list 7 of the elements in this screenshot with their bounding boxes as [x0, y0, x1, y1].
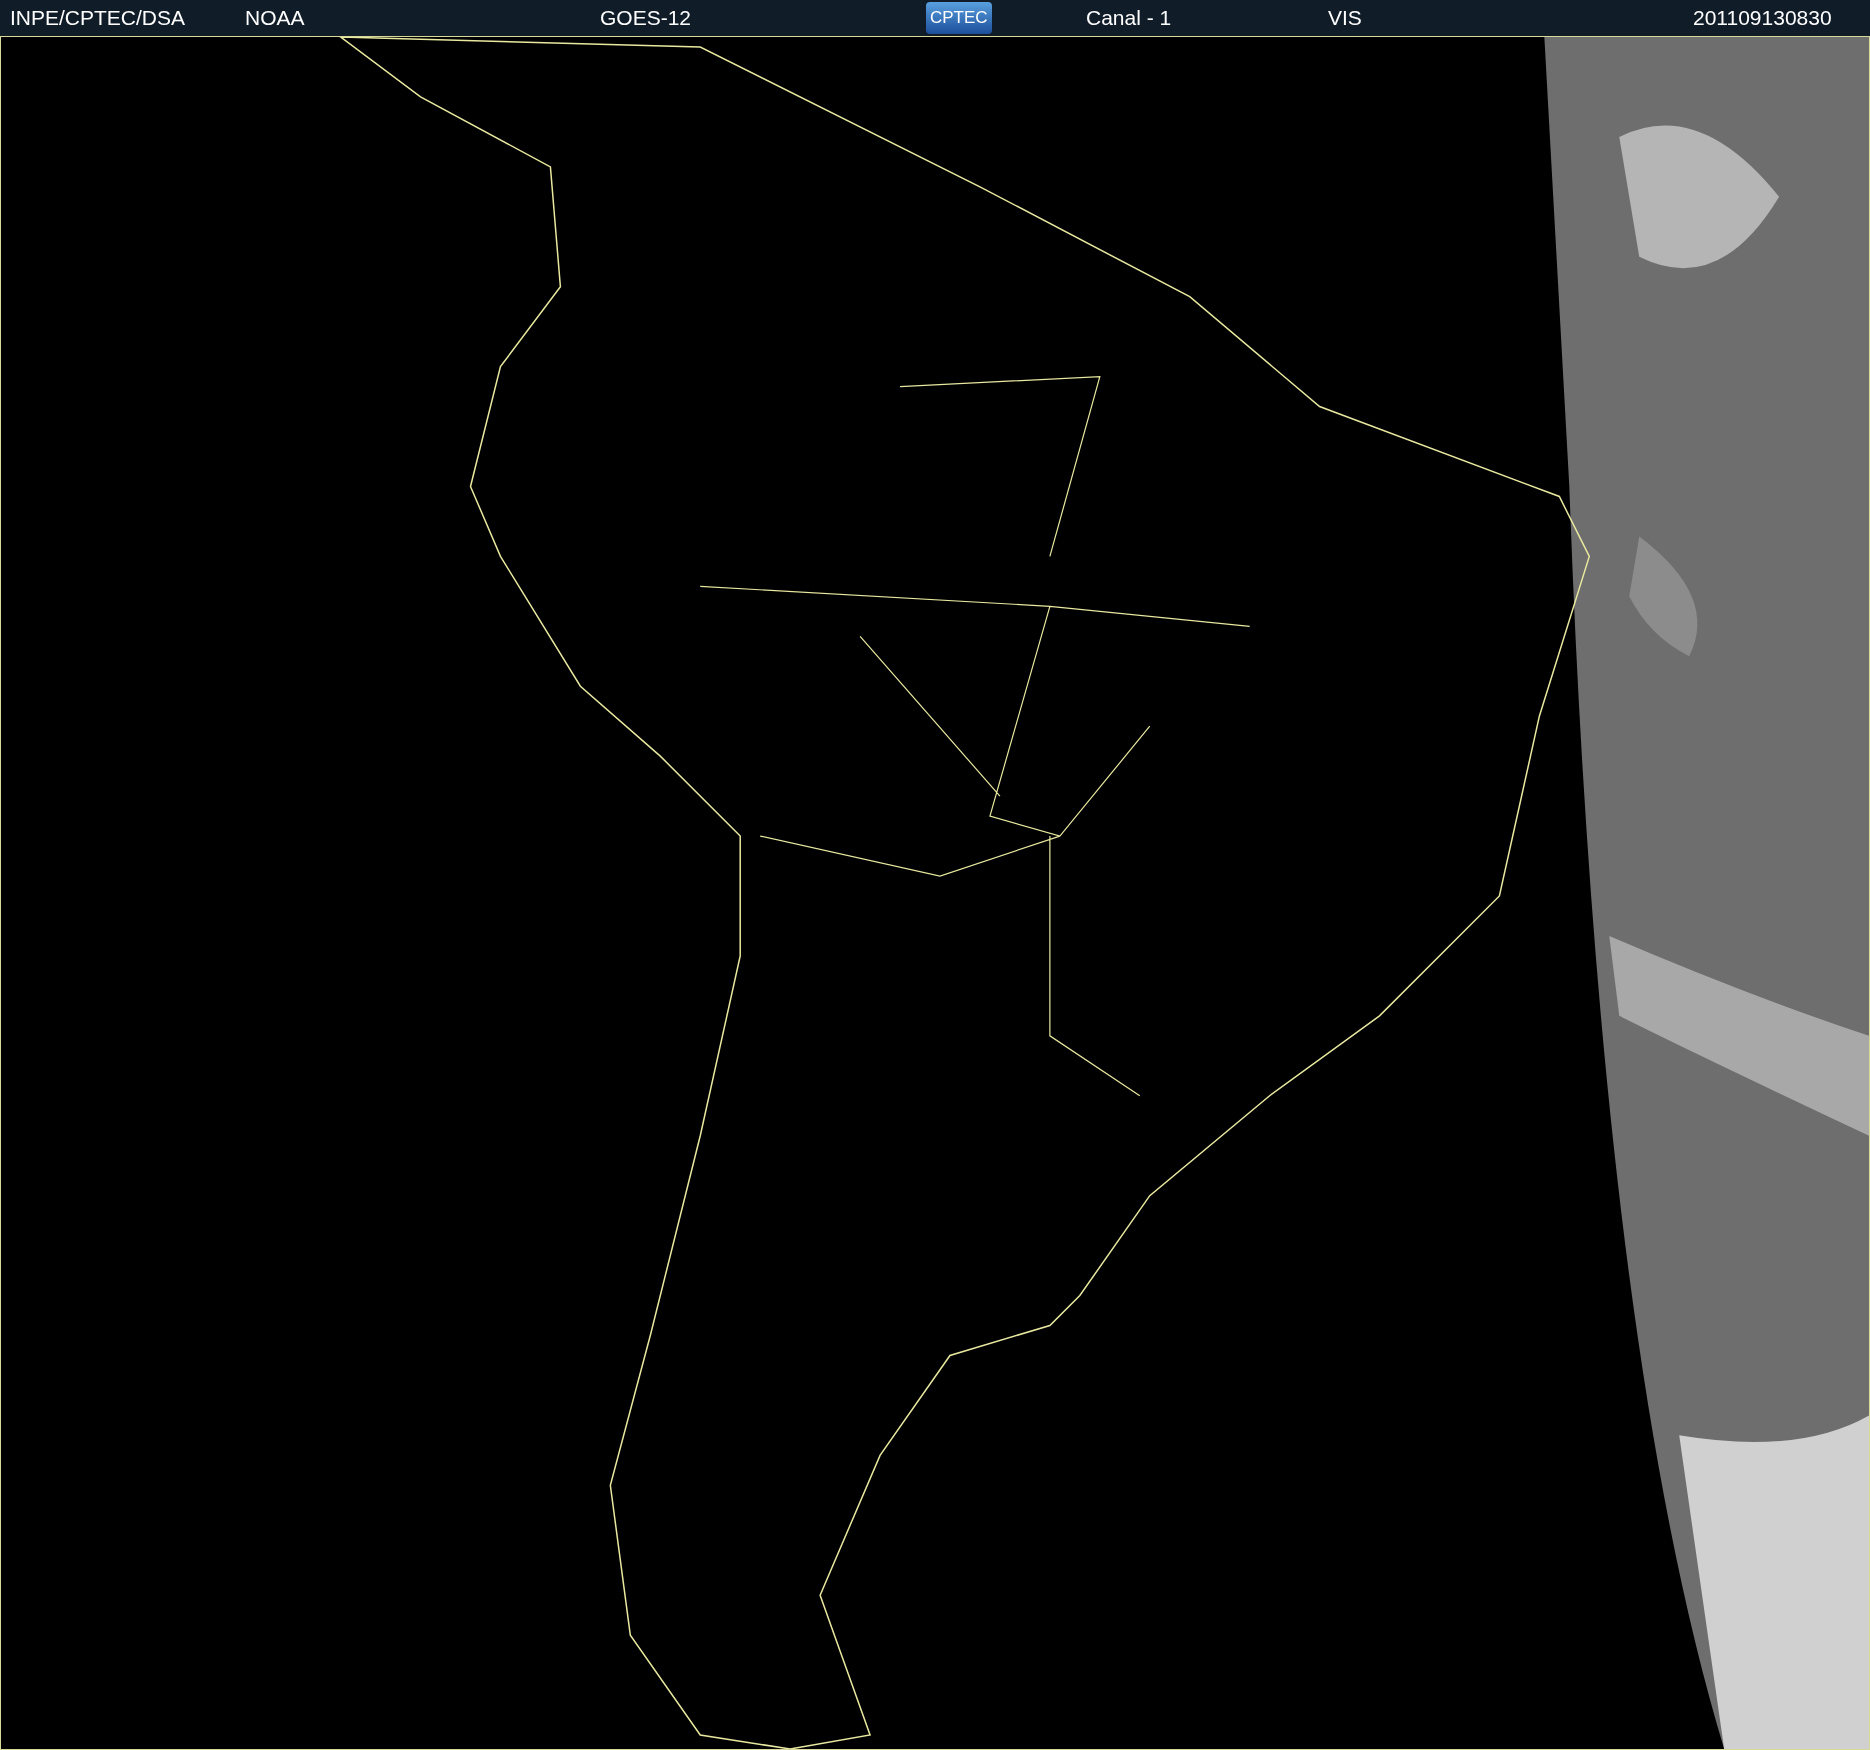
satellite-label: GOES-12 — [600, 5, 692, 32]
agency-label: INPE/CPTEC/DSA — [10, 5, 186, 32]
logo: CPTEC — [926, 2, 992, 34]
channel-label: Canal - 1 — [1086, 5, 1172, 32]
band-label: VIS — [1328, 5, 1362, 32]
source-label: NOAA — [245, 5, 305, 32]
timestamp-label: 201109130830 — [1693, 5, 1832, 32]
